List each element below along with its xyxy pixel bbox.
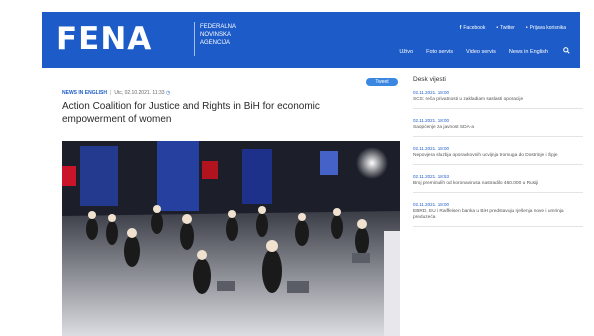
meta-separator: | bbox=[110, 90, 112, 96]
main-nav: Uživo Foto servis Video servis News in E… bbox=[399, 47, 570, 56]
divider bbox=[413, 136, 583, 137]
conference-photo-illustration bbox=[62, 141, 400, 336]
nav-item-foto-servis[interactable]: Foto servis bbox=[426, 49, 453, 55]
news-date: 02.11.2021. 18:00 bbox=[413, 118, 449, 123]
news-headline[interactable]: EBRD, EU i Raiffeisen banka u BiH predst… bbox=[413, 209, 578, 221]
news-date: 02.11.2021. 18:00 bbox=[413, 146, 449, 151]
article-date: Utc, 02.10.2021. 11:33 bbox=[114, 90, 165, 96]
news-headline[interactable]: SCS: reča privatnosti u zakladiam saslas… bbox=[413, 97, 578, 103]
nav-item-uzivo[interactable]: Uživo bbox=[399, 49, 413, 55]
news-item[interactable]: 02.11.2021. 18:00 Saopćenje za javnost S… bbox=[413, 118, 583, 137]
facebook-label: Facebook bbox=[463, 25, 486, 31]
divider bbox=[413, 226, 583, 227]
article-photo bbox=[62, 141, 400, 336]
nav-item-video-servis[interactable]: Video servis bbox=[466, 49, 496, 55]
news-date: 02.11.2021. 18:00 bbox=[413, 90, 449, 95]
news-date: 02.11.2021. 18:53 bbox=[413, 174, 449, 179]
agency-line: FEDERALNA bbox=[200, 24, 237, 30]
site-header: FENA FEDERALNA NOVINSKA AGENCIJA f Facebo… bbox=[42, 12, 580, 68]
twitter-link[interactable]: • Twitter bbox=[496, 25, 515, 31]
search-icon[interactable] bbox=[563, 47, 570, 56]
login-label: Prijava korisnika bbox=[529, 25, 566, 31]
nav-item-news-in-english[interactable]: News in English bbox=[509, 49, 548, 55]
news-headline[interactable]: Nepovjera sluzbja oporavkovnih ucvijnja … bbox=[413, 153, 578, 159]
logo-divider bbox=[194, 22, 195, 56]
login-icon: • bbox=[525, 25, 528, 31]
twitter-icon: • bbox=[496, 25, 499, 31]
news-item[interactable]: 02.11.2021. 18:53 Broj preminulih od kor… bbox=[413, 174, 583, 193]
twitter-label: Twitter bbox=[500, 25, 515, 31]
login-link[interactable]: • Prijava korisnika bbox=[526, 25, 566, 31]
fena-logo[interactable]: FENA bbox=[56, 21, 152, 57]
agency-line: NOVINSKA bbox=[200, 32, 232, 38]
clock-icon: ◷ bbox=[165, 90, 171, 96]
article-title: Action Coalition for Justice and Rights … bbox=[62, 101, 320, 125]
news-item[interactable]: 02.11.2021. 18:00 EBRD, EU i Raiffeisen … bbox=[413, 202, 583, 227]
news-sidebar: Desk vijesti 02.11.2021. 18:00 SCS: reča… bbox=[413, 76, 583, 236]
facebook-icon: f bbox=[459, 25, 462, 31]
news-headline[interactable]: Saopćenje za javnost SDA-a bbox=[413, 125, 578, 131]
news-item[interactable]: 02.11.2021. 18:00 Nepovjera sluzbja opor… bbox=[413, 146, 583, 165]
news-headline[interactable]: Broj preminulih od koronavirusa nastradi… bbox=[413, 181, 578, 187]
divider bbox=[413, 192, 583, 193]
sidebar-title: Desk vijesti bbox=[413, 76, 446, 83]
article-category[interactable]: NEWS IN ENGLISH bbox=[62, 90, 107, 96]
article-meta: NEWS IN ENGLISH | Utc, 02.10.2021. 11:33 ◷ bbox=[62, 90, 170, 96]
facebook-link[interactable]: f Facebook bbox=[460, 25, 486, 31]
agency-line: AGENCIJA bbox=[200, 40, 231, 46]
divider bbox=[413, 108, 583, 109]
agency-name: FEDERALNA NOVINSKA AGENCIJA bbox=[200, 23, 236, 47]
news-date: 02.11.2021. 18:00 bbox=[413, 202, 449, 207]
divider bbox=[413, 164, 583, 165]
tweet-button[interactable]: Tweet bbox=[366, 78, 398, 86]
social-links: f Facebook • Twitter • Prijava korisnika bbox=[460, 25, 566, 31]
news-item[interactable]: 02.11.2021. 18:00 SCS: reča privatnosti … bbox=[413, 90, 583, 109]
